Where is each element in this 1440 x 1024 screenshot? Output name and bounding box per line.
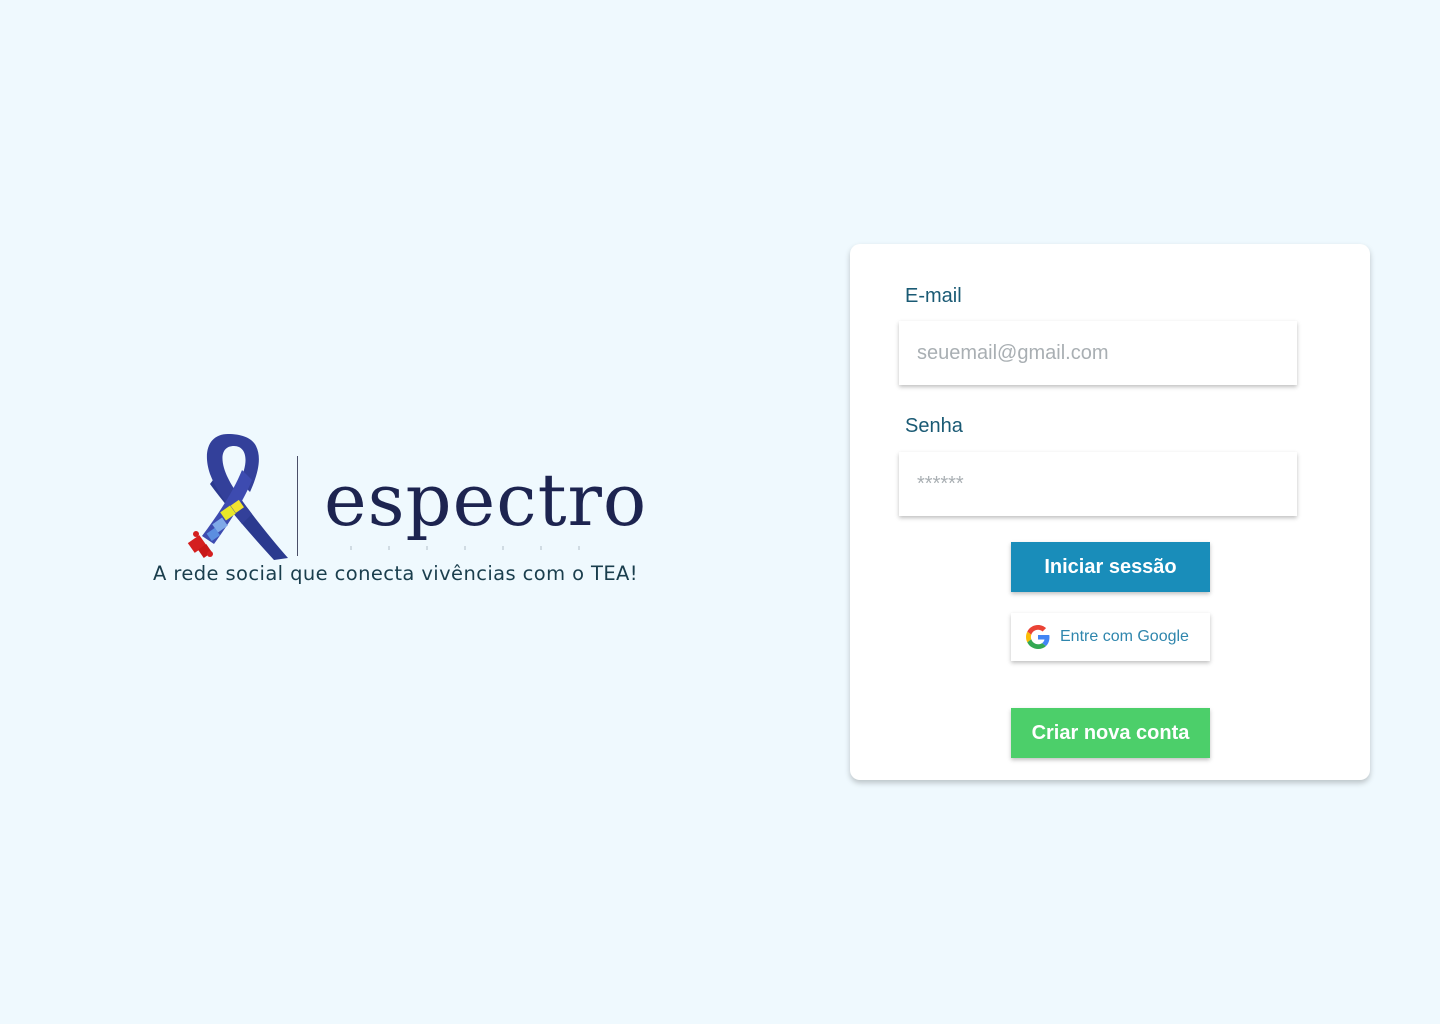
brand-logo: espectro A rede social que conecta vivên… (150, 428, 690, 598)
email-input[interactable] (899, 321, 1297, 385)
brand-name: espectro (324, 458, 648, 542)
login-button[interactable]: Iniciar sessão (1011, 542, 1210, 592)
awareness-ribbon-icon (187, 434, 288, 560)
email-label: E-mail (905, 285, 962, 307)
brand-decoration (350, 546, 610, 550)
brand-divider (297, 456, 298, 556)
login-card: E-mail Senha Iniciar sessão Entre com Go… (850, 244, 1370, 780)
google-g-icon (1026, 625, 1050, 649)
google-button-label: Entre com Google (1060, 628, 1189, 645)
password-input[interactable] (899, 452, 1297, 516)
password-label: Senha (905, 415, 963, 437)
create-account-button[interactable]: Criar nova conta (1011, 708, 1210, 758)
brand-tagline: A rede social que conecta vivências com … (153, 562, 639, 585)
google-login-button[interactable]: Entre com Google (1011, 613, 1210, 661)
